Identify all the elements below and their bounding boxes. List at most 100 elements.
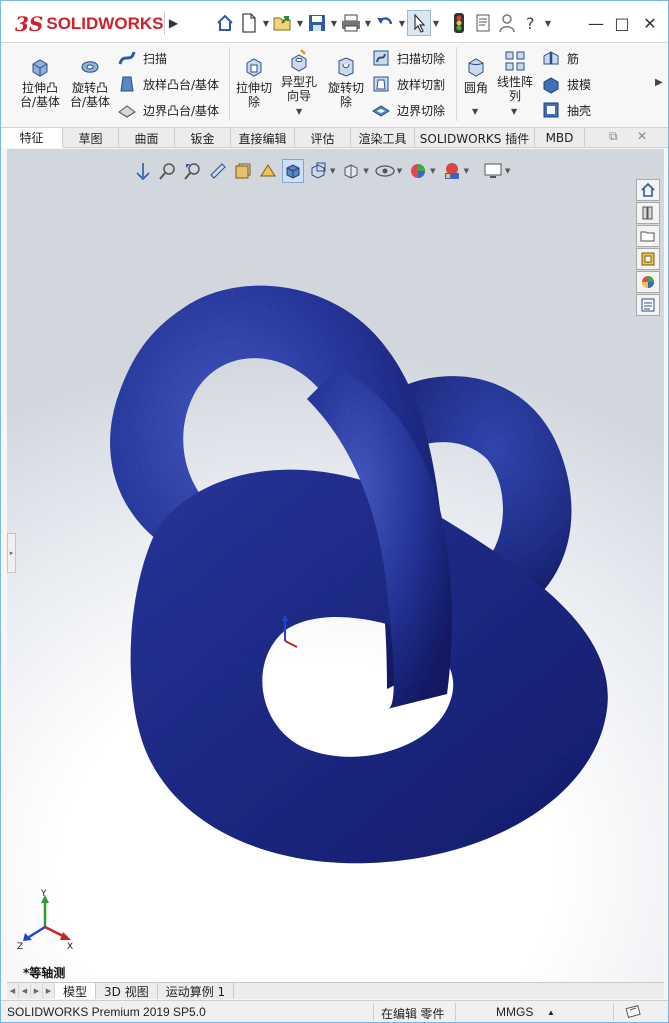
units-button[interactable]: MMGS bbox=[496, 1005, 533, 1019]
graphics-area[interactable]: ▼ ▼ ▼ ▼ ▼ ▼ ▸ Y X Z *等轴测 bbox=[7, 149, 664, 982]
tab-sketch[interactable]: 草图 bbox=[63, 128, 119, 148]
solidworks-logo[interactable]: 3S SOLIDWORKS bbox=[15, 7, 163, 41]
design-library-icon[interactable] bbox=[636, 202, 660, 224]
select-arrow-icon[interactable] bbox=[407, 10, 431, 36]
save-icon[interactable] bbox=[305, 10, 329, 36]
linear-pattern-button[interactable]: 线性阵 列 bbox=[494, 49, 536, 103]
custom-properties-icon[interactable] bbox=[636, 294, 660, 316]
draft-icon bbox=[543, 77, 559, 94]
maximize-button[interactable]: □ bbox=[609, 11, 635, 35]
boundary-boss-icon bbox=[118, 105, 136, 118]
select-dropdown-icon[interactable]: ▼ bbox=[431, 10, 441, 36]
tab-solidworks-addins[interactable]: SOLIDWORKS 插件 bbox=[415, 128, 535, 148]
tab-direct-editing[interactable]: 直接编辑 bbox=[231, 128, 295, 148]
hide-show-items-icon[interactable] bbox=[307, 159, 329, 183]
rib-icon bbox=[543, 51, 559, 65]
undo-dropdown-icon[interactable]: ▼ bbox=[397, 10, 407, 36]
zoom-to-fit-icon[interactable] bbox=[132, 159, 154, 183]
status-bar: SOLIDWORKS Premium 2019 SP5.0 在编辑 零件 MMG… bbox=[1, 1000, 668, 1022]
feature-tree-toggle-icon[interactable]: ▸ bbox=[7, 533, 16, 573]
tab-features[interactable]: 特征 bbox=[1, 128, 63, 148]
menu-expand-arrow[interactable]: ▶ bbox=[164, 11, 182, 35]
display-style-icon[interactable] bbox=[282, 159, 304, 183]
last-tab-icon[interactable]: ▶ bbox=[43, 984, 55, 998]
close-doc-button[interactable]: ✕ bbox=[637, 129, 647, 143]
linear-pattern-dropdown-icon[interactable]: ▼ bbox=[511, 107, 517, 116]
new-document-icon[interactable] bbox=[237, 10, 261, 36]
hole-wizard-dropdown-icon[interactable]: ▼ bbox=[296, 107, 302, 116]
previous-view-icon[interactable] bbox=[182, 159, 204, 183]
tab-mbd[interactable]: MBD bbox=[535, 128, 585, 148]
first-tab-icon[interactable]: ◀ bbox=[7, 984, 19, 998]
open-file-icon[interactable] bbox=[271, 10, 295, 36]
tab-evaluate[interactable]: 评估 bbox=[295, 128, 351, 148]
appearance-dropdown-icon[interactable]: ▼ bbox=[363, 167, 368, 175]
extrude-cut-button[interactable]: 拉伸切 除 bbox=[231, 55, 277, 109]
print-icon[interactable] bbox=[339, 10, 363, 36]
boundary-boss-button[interactable]: 边界凸台/基体 bbox=[117, 99, 219, 121]
user-icon[interactable] bbox=[495, 10, 519, 36]
sweep-button[interactable]: 扫描 bbox=[117, 47, 167, 69]
file-properties-icon[interactable] bbox=[471, 10, 495, 36]
triad-z-label: Z bbox=[17, 942, 23, 949]
rib-button[interactable]: 筋 bbox=[541, 47, 579, 69]
close-button[interactable]: ✕ bbox=[637, 11, 663, 35]
home-icon[interactable] bbox=[213, 10, 237, 36]
swept-cut-button[interactable]: 扫描切除 bbox=[371, 47, 445, 69]
revolve-cut-button[interactable]: 旋转切 除 bbox=[323, 55, 369, 109]
restore-doc-button[interactable]: ⧉ bbox=[609, 129, 618, 144]
boundary-cut-button[interactable]: 边界切除 bbox=[371, 99, 445, 121]
triad-y-label: Y bbox=[40, 889, 47, 899]
hole-wizard-button[interactable]: 异型孔 向导 bbox=[276, 49, 322, 103]
revolve-boss-label: 旋转凸 台/基体 bbox=[69, 81, 111, 109]
open-dropdown-icon[interactable]: ▼ bbox=[295, 10, 305, 36]
hide-all-types-icon[interactable] bbox=[374, 159, 396, 183]
scene-dropdown-icon[interactable]: ▼ bbox=[430, 167, 435, 175]
file-explorer-icon[interactable] bbox=[636, 225, 660, 247]
save-dropdown-icon[interactable]: ▼ bbox=[329, 10, 339, 36]
minimize-button[interactable]: — bbox=[583, 11, 609, 35]
quick-tips-icon[interactable] bbox=[625, 1003, 643, 1022]
prev-tab-icon[interactable]: ◀ bbox=[19, 984, 31, 998]
help-icon[interactable]: ? bbox=[519, 10, 543, 36]
print-dropdown-icon[interactable]: ▼ bbox=[363, 10, 373, 36]
revolve-boss-button[interactable]: 旋转凸 台/基体 bbox=[65, 55, 115, 109]
shell-button[interactable]: 抽壳 bbox=[541, 99, 591, 121]
solidworks-resources-icon[interactable] bbox=[636, 179, 660, 201]
tab-motion-study-1[interactable]: 运动算例 1 bbox=[158, 983, 235, 999]
section-view-icon[interactable] bbox=[207, 159, 229, 183]
view-orientation-icon[interactable] bbox=[257, 159, 279, 183]
apply-scene-icon[interactable] bbox=[407, 159, 429, 183]
fillet-dropdown-icon[interactable]: ▼ bbox=[472, 107, 478, 116]
new-dropdown-icon[interactable]: ▼ bbox=[261, 10, 271, 36]
units-dropdown-icon[interactable]: ▲ bbox=[547, 1008, 555, 1017]
hide-show-dropdown-icon[interactable]: ▼ bbox=[330, 167, 335, 175]
model-view-tabs: ◀ ◀ ▶ ▶ 模型 3D 视图 运动算例 1 bbox=[7, 982, 664, 999]
view-settings-dropdown-icon[interactable]: ▼ bbox=[464, 167, 469, 175]
visibility-dropdown-icon[interactable]: ▼ bbox=[397, 167, 402, 175]
view-settings-icon[interactable] bbox=[441, 159, 463, 183]
zoom-to-area-icon[interactable] bbox=[157, 159, 179, 183]
tab-render-tools[interactable]: 渲染工具 bbox=[351, 128, 415, 148]
edit-appearance-icon[interactable] bbox=[340, 159, 362, 183]
next-tab-icon[interactable]: ▶ bbox=[31, 984, 43, 998]
dynamic-annotation-icon[interactable] bbox=[232, 159, 254, 183]
fillet-button[interactable]: 圆角 bbox=[459, 55, 493, 95]
display-pane-dropdown-icon[interactable]: ▼ bbox=[505, 167, 510, 175]
view-palette-icon[interactable] bbox=[636, 248, 660, 270]
ribbon-more-icon[interactable]: ▶ bbox=[655, 77, 663, 88]
display-pane-icon[interactable] bbox=[482, 159, 504, 183]
tab-model[interactable]: 模型 bbox=[55, 983, 97, 999]
help-dropdown-icon[interactable]: ▼ bbox=[543, 10, 553, 36]
tab-3d-views[interactable]: 3D 视图 bbox=[96, 983, 158, 999]
tab-surfaces[interactable]: 曲面 bbox=[119, 128, 175, 148]
extrude-boss-button[interactable]: 拉伸凸 台/基体 bbox=[15, 55, 65, 109]
draft-button[interactable]: 拔模 bbox=[541, 73, 591, 95]
torus-knot-model[interactable] bbox=[7, 149, 664, 982]
loft-boss-button[interactable]: 放样凸台/基体 bbox=[117, 73, 219, 95]
rebuild-traffic-light-icon[interactable] bbox=[447, 10, 471, 36]
undo-icon[interactable] bbox=[373, 10, 397, 36]
appearances-scenes-icon[interactable] bbox=[636, 271, 660, 293]
lofted-cut-button[interactable]: 放样切割 bbox=[371, 73, 445, 95]
tab-sheet-metal[interactable]: 钣金 bbox=[175, 128, 231, 148]
